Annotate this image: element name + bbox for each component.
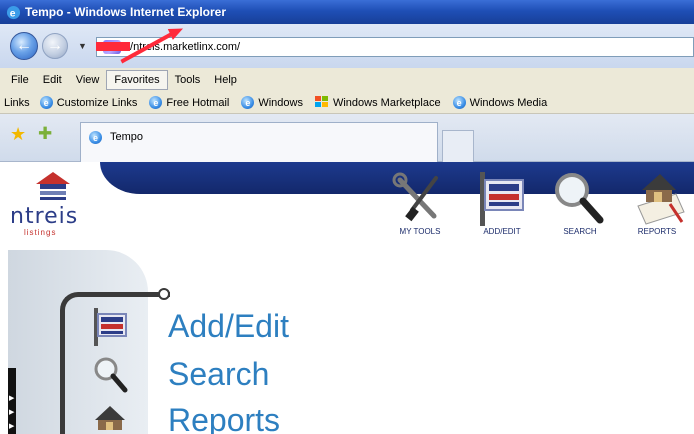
strip-arrow-icon: ▶ [9,409,15,416]
nav-reports[interactable]: REPORTS [622,227,692,236]
nav-search[interactable]: SEARCH [545,227,615,236]
ie-icon: e [6,5,21,19]
tab-title: Tempo [110,131,144,143]
ie-page-icon: e [89,131,102,144]
bracket-knob [158,288,170,300]
link-windows[interactable]: e Windows [241,96,303,109]
menu-file[interactable]: File [4,71,36,89]
menu-edit[interactable]: Edit [36,71,69,89]
menu-bar: File Edit View Favorites Tools Help [0,68,694,92]
link-windows-media[interactable]: e Windows Media [452,96,548,109]
ntreis-logo[interactable]: ntreis listings [10,168,100,238]
content-add-edit-link[interactable]: Add/Edit [168,308,289,345]
link-customize-links[interactable]: e Customize Links [39,96,138,109]
search-magnifier-icon[interactable] [548,168,608,228]
svg-text:e: e [10,8,16,19]
link-label: Windows [258,96,303,109]
ie-page-icon: e [241,96,255,109]
menu-view[interactable]: View [69,71,107,89]
nav-my-tools[interactable]: MY TOOLS [385,227,455,236]
link-label: Free Hotmail [166,96,230,109]
title-bar: e Tempo - Windows Internet Explorer [0,0,694,24]
link-label: Customize Links [56,96,138,109]
history-dropdown-icon[interactable]: ▼ [78,41,87,51]
new-tab-button[interactable] [442,130,474,162]
add-edit-sign-icon[interactable] [90,306,130,346]
menu-favorites[interactable]: Favorites [106,70,168,90]
add-edit-sign-icon[interactable] [472,168,532,228]
logo-subtext: listings [24,228,57,237]
nav-add-edit[interactable]: ADD/EDIT [467,227,537,236]
logo-building-icon [36,172,70,200]
red-highlight-mark [96,42,130,51]
link-free-hotmail[interactable]: e Free Hotmail [149,96,229,109]
tab-tempo[interactable]: e Tempo [80,122,438,162]
forward-button[interactable]: → [42,33,68,59]
favorites-star-icon[interactable]: ★ [10,124,26,145]
reports-house-icon[interactable] [626,168,686,228]
links-label: Links [4,96,30,109]
address-bar[interactable]: //ntreis.marketlinx.com/ [96,37,694,57]
tab-strip: ★ ✚ e Tempo [0,114,694,162]
ie-page-icon: e [39,96,53,109]
ie-page-icon: e [149,96,163,109]
links-bar: Links e Customize Links e Free Hotmail e… [0,92,694,114]
menu-tools[interactable]: Tools [168,71,208,89]
content-reports-link[interactable]: Reports [168,402,280,434]
panel-collapse-strip[interactable]: ▶ ▶ ▶ [8,368,16,434]
back-button[interactable]: ← [10,32,38,60]
windows-logo-icon [314,96,329,109]
menu-help[interactable]: Help [207,71,244,89]
window-title: Tempo - Windows Internet Explorer [25,5,227,19]
site-header: ntreis listings MY TOOLS ADD/EDIT SEARCH… [0,162,694,244]
add-favorite-icon[interactable]: ✚ [38,124,52,144]
strip-arrow-icon: ▶ [9,395,15,402]
link-label: Windows Marketplace [332,96,441,109]
reports-house-icon[interactable] [90,400,130,434]
link-label: Windows Media [469,96,548,109]
logo-text: ntreis [10,204,79,229]
my-tools-icon[interactable] [390,168,450,228]
link-windows-marketplace[interactable]: Windows Marketplace [314,96,441,109]
strip-arrow-icon: ▶ [9,423,15,430]
content-search-link[interactable]: Search [168,356,269,393]
search-magnifier-icon[interactable] [90,354,130,394]
ie-page-icon: e [452,96,466,109]
